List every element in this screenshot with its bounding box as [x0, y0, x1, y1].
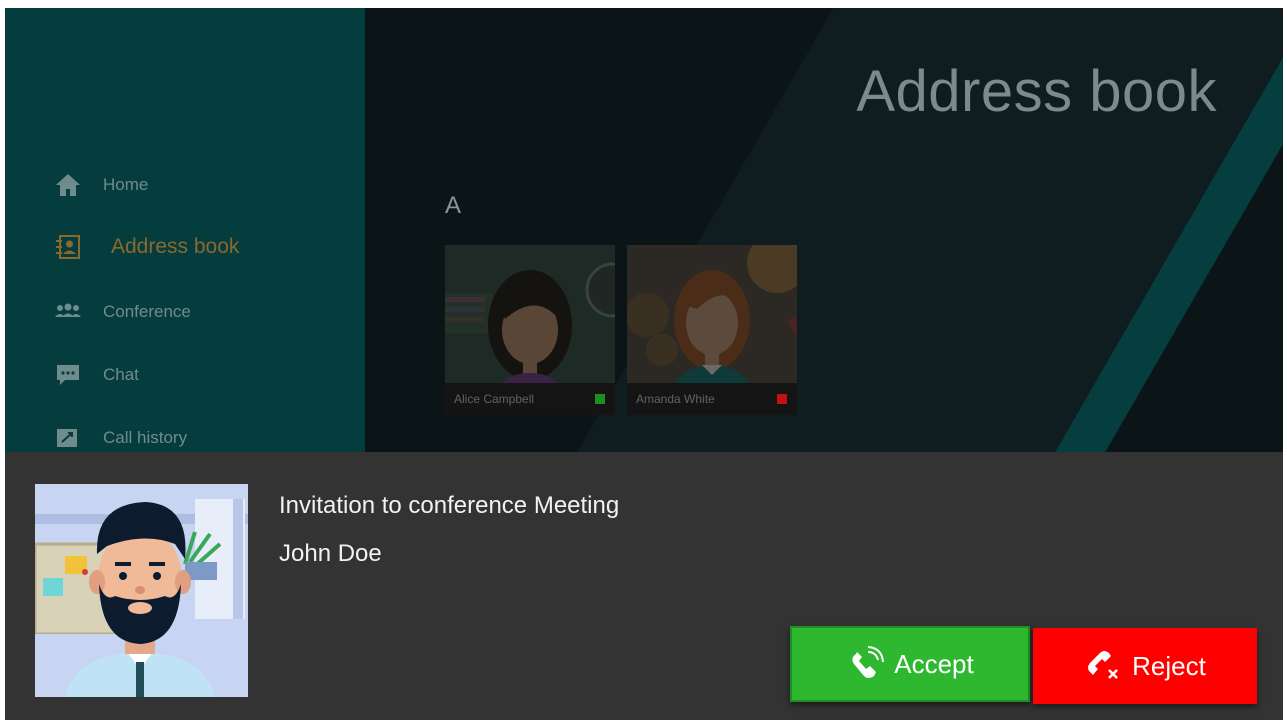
- address-book-panel: Address book A Alice Campbell Amanda Whi…: [365, 8, 1283, 452]
- conference-icon: [55, 299, 81, 325]
- reject-button[interactable]: Reject: [1033, 628, 1257, 704]
- section-letter: A: [445, 192, 462, 219]
- caller-name: John Doe: [279, 540, 382, 567]
- sidebar-item-address-book[interactable]: Address book: [55, 234, 239, 260]
- sidebar-item-label: Address book: [111, 235, 240, 258]
- contact-card-alice-campbell[interactable]: Alice Campbell: [445, 245, 615, 415]
- reject-call-icon: [1084, 648, 1124, 684]
- sidebar-item-label: Conference: [103, 302, 191, 321]
- conference-invitation-dialog: Invitation to conference Meeting John Do…: [5, 452, 1283, 720]
- home-icon: [55, 172, 81, 198]
- sidebar-item-label: Call history: [103, 428, 188, 447]
- reject-label: Reject: [1132, 650, 1206, 681]
- accept-call-icon: [846, 646, 886, 682]
- call-history-icon: [55, 425, 81, 451]
- invitation-title: Invitation to conference Meeting: [279, 492, 620, 519]
- sidebar-item-chat[interactable]: Chat: [55, 362, 139, 388]
- contact-name: Amanda White: [636, 392, 715, 406]
- contact-name: Alice Campbell: [454, 392, 535, 406]
- page-title: Address book: [856, 59, 1217, 124]
- accept-button[interactable]: Accept: [790, 626, 1030, 702]
- contact-name-bar: Alice Campbell: [445, 383, 615, 415]
- chat-icon: [55, 362, 81, 388]
- sidebar-item-label: Home: [103, 175, 149, 194]
- contact-name-bar: Amanda White: [627, 383, 797, 415]
- caller-avatar: [35, 484, 248, 697]
- accept-label: Accept: [894, 648, 974, 679]
- sidebar-item-home[interactable]: Home: [55, 172, 148, 198]
- sidebar-item-label: Chat: [103, 365, 139, 384]
- presence-indicator: [777, 394, 787, 404]
- sidebar-item-conference[interactable]: Conference: [55, 299, 191, 325]
- contact-card-amanda-white[interactable]: Amanda White: [627, 245, 797, 415]
- app-screen: Home Address book Conference Chat Call h…: [5, 8, 1283, 720]
- address-book-icon: [55, 234, 81, 260]
- presence-indicator: [595, 394, 605, 404]
- sidebar: Home Address book Conference Chat Call h…: [5, 8, 365, 452]
- sidebar-item-call-history[interactable]: Call history: [55, 425, 187, 451]
